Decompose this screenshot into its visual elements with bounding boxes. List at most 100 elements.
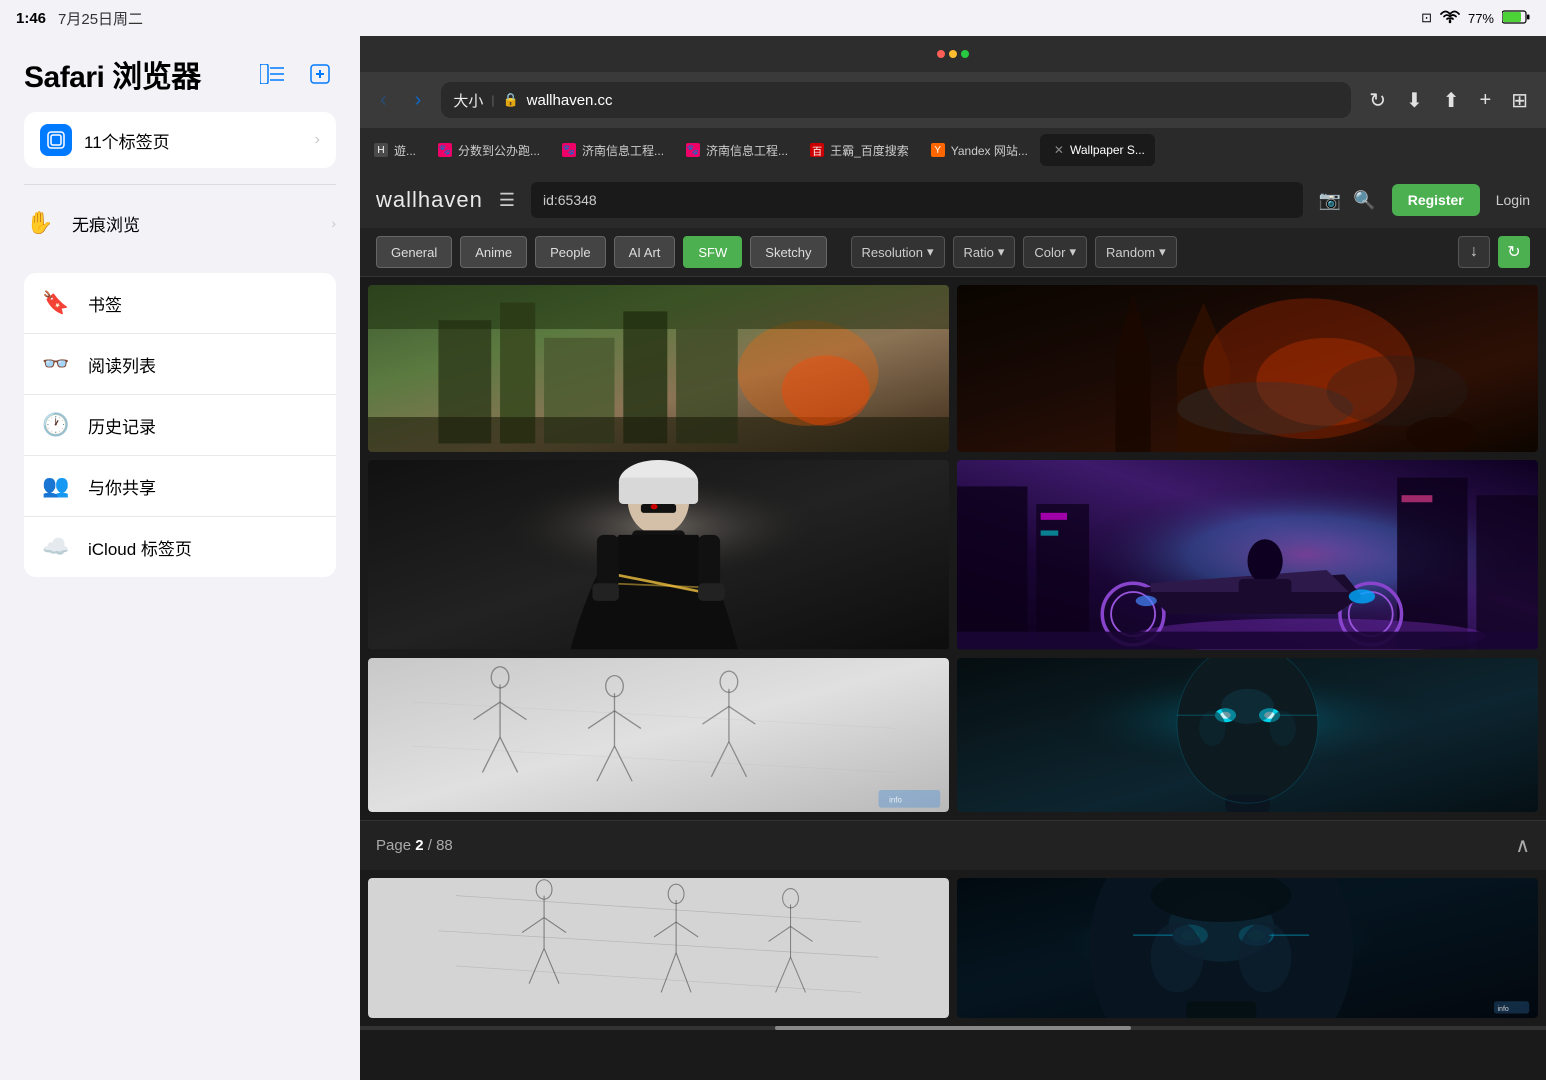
back-button[interactable]: ‹: [372, 85, 395, 116]
forward-button[interactable]: ›: [407, 85, 430, 116]
gallery-image-7[interactable]: [368, 878, 949, 1019]
tab-label-1: 分数到公办跑...: [458, 142, 540, 159]
gallery-image-3[interactable]: [368, 460, 949, 649]
status-right-icons: ⊡ 77%: [1421, 10, 1530, 27]
filter-refresh-btn[interactable]: ↻: [1498, 236, 1530, 268]
sidebar-item-shared[interactable]: 👥 与你共享: [24, 456, 336, 517]
address-divider: |: [491, 93, 494, 107]
reading-icon: 👓: [40, 348, 72, 380]
shared-icon: 👥: [40, 470, 72, 502]
tab-count-row: 11个标签页 ›: [0, 104, 360, 184]
gallery-image-8[interactable]: info: [957, 878, 1538, 1019]
filter-anime[interactable]: Anime: [460, 236, 527, 268]
address-bar[interactable]: 大小 | 🔒 wallhaven.cc: [441, 82, 1351, 118]
maximize-dot[interactable]: [961, 50, 969, 58]
tab-label-5: Yandex 网站...: [951, 142, 1028, 159]
icloud-label: iCloud 标签页: [88, 535, 192, 560]
wallhaven-container[interactable]: wallhaven ☰ id:65348 📷 🔍 Register Login …: [360, 172, 1546, 1080]
wh-header: wallhaven ☰ id:65348 📷 🔍 Register Login: [360, 172, 1546, 228]
status-bar: 1:46 7月25日周二 ⊡ 77%: [0, 0, 1546, 36]
tab-favicon-2: 🐾: [562, 143, 576, 157]
tab-count-chevron: ›: [315, 131, 320, 149]
download-button[interactable]: ⬇: [1400, 84, 1429, 117]
browser-tab-3[interactable]: 🐾 济南信息工程...: [676, 134, 798, 166]
browser-tab-0[interactable]: H 遊...: [364, 134, 426, 166]
tab-favicon-5: Y: [931, 143, 945, 157]
sidebar-nav: ✋ 无痕浏览 ›: [0, 185, 360, 261]
tab-close-icon-6[interactable]: ✕: [1054, 143, 1064, 157]
scrollbar-thumb: [775, 1026, 1131, 1030]
browser-scrollbar[interactable]: [360, 1026, 1546, 1030]
gallery-image-2[interactable]: [957, 285, 1538, 452]
gallery-image-1[interactable]: [368, 285, 949, 452]
tab-label-2: 济南信息工程...: [582, 142, 664, 159]
sidebar-item-history[interactable]: 🕐 历史记录: [24, 395, 336, 456]
tab-label-6: Wallpaper S...: [1070, 143, 1145, 157]
address-left-text: 大小: [453, 90, 483, 111]
close-dot[interactable]: [937, 50, 945, 58]
filter-ai-art[interactable]: AI Art: [614, 236, 676, 268]
shared-label: 与你共享: [88, 474, 156, 499]
browser-tab-1[interactable]: 🐾 分数到公办跑...: [428, 134, 550, 166]
gallery-img-1-svg: [368, 285, 949, 452]
sidebar-toggle-icon[interactable]: [256, 58, 288, 90]
tab-favicon-3: 🐾: [686, 143, 700, 157]
browser-tab-2[interactable]: 🐾 济南信息工程...: [552, 134, 674, 166]
filter-random[interactable]: Random ▾: [1095, 236, 1177, 268]
filter-resolution[interactable]: Resolution ▾: [851, 236, 945, 268]
browser-tab-bar: [360, 36, 1546, 72]
filter-sort-btn[interactable]: ↓: [1458, 236, 1490, 268]
reload-button[interactable]: ↻: [1363, 84, 1392, 117]
lock-icon: 🔒: [502, 92, 518, 108]
wh-search-bar[interactable]: id:65348: [531, 182, 1303, 218]
page-label: Page: [376, 837, 415, 854]
filter-sfw[interactable]: SFW: [683, 236, 742, 268]
filter-people[interactable]: People: [535, 236, 605, 268]
bookmark-icon: 🔖: [40, 287, 72, 319]
gallery-img-7-svg: [368, 878, 949, 1019]
tabs-icon: [40, 124, 72, 156]
battery-text: 77%: [1468, 11, 1494, 26]
private-browsing-item[interactable]: ✋ 无痕浏览 ›: [24, 193, 336, 253]
tab-label-0: 遊...: [394, 142, 416, 159]
filter-general[interactable]: General: [376, 236, 452, 268]
wh-gallery-page2: info: [360, 870, 1546, 1027]
sidebar-item-bookmarks[interactable]: 🔖 书签: [24, 273, 336, 334]
filter-ratio[interactable]: Ratio ▾: [953, 236, 1016, 268]
wh-register-button[interactable]: Register: [1392, 184, 1480, 216]
page-up-button[interactable]: ∧: [1515, 833, 1530, 858]
private-icon: ✋: [24, 207, 56, 239]
tabs-overview-button[interactable]: ⊞: [1505, 84, 1534, 117]
bookmarks-label: 书签: [88, 291, 122, 316]
gallery-img-4-svg: [957, 460, 1538, 649]
sidebar-item-reading[interactable]: 👓 阅读列表: [24, 334, 336, 395]
gallery-img-2-svg: [957, 285, 1538, 452]
wh-gallery: info: [360, 277, 1546, 820]
sidebar-item-icloud[interactable]: ☁️ iCloud 标签页: [24, 517, 336, 577]
resolution-chevron: ▾: [927, 244, 934, 260]
gallery-image-5[interactable]: info: [368, 658, 949, 812]
page-separator: /: [428, 837, 436, 854]
filter-color[interactable]: Color ▾: [1023, 236, 1087, 268]
share-button[interactable]: ⬆: [1437, 84, 1466, 117]
gallery-image-6[interactable]: [957, 658, 1538, 812]
wh-login-button[interactable]: Login: [1496, 192, 1530, 208]
gallery-img-6-svg: [957, 658, 1538, 812]
sidebar-divider: [24, 184, 336, 185]
wh-camera-icon[interactable]: 📷: [1319, 190, 1341, 211]
gallery-image-4[interactable]: [957, 460, 1538, 649]
new-tab-icon[interactable]: [304, 58, 336, 90]
private-label: 无痕浏览: [72, 211, 140, 236]
browser-tabs-list: H 遊... 🐾 分数到公办跑... 🐾 济南信息工程... 🐾 济南信息工程.…: [360, 128, 1546, 172]
minimize-dot[interactable]: [949, 50, 957, 58]
wh-search-icon[interactable]: 🔍: [1353, 190, 1375, 211]
browser-tab-5[interactable]: Y Yandex 网站...: [921, 134, 1038, 166]
browser-toolbar: ‹ › 大小 | 🔒 wallhaven.cc ↻ ⬇ ⬆ + ⊞: [360, 72, 1546, 128]
browser-tab-4[interactable]: 百 王霸_百度搜索: [800, 134, 919, 166]
filter-sketchy[interactable]: Sketchy: [750, 236, 826, 268]
browser-tab-6[interactable]: ✕ Wallpaper S...: [1040, 134, 1155, 166]
new-tab-button[interactable]: +: [1474, 85, 1498, 116]
wh-hamburger-icon[interactable]: ☰: [499, 190, 515, 211]
tab-count-item[interactable]: 11个标签页 ›: [24, 112, 336, 168]
tab-count-left: 11个标签页: [40, 124, 170, 156]
